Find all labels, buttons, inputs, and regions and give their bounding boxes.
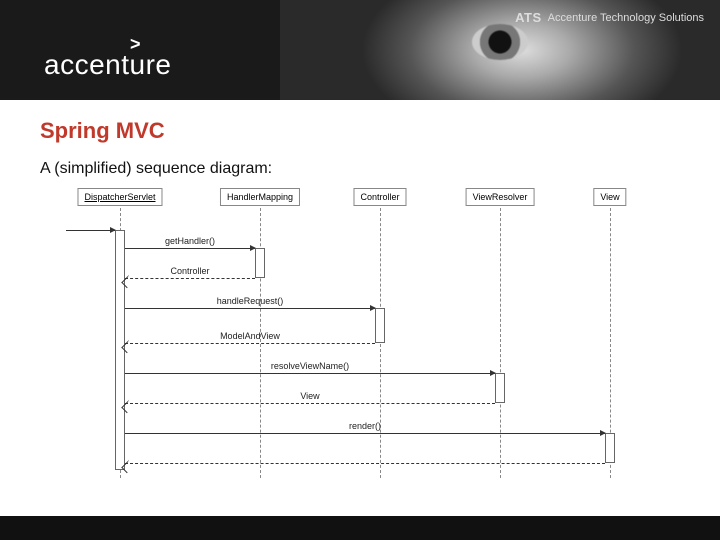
message-label: render() <box>349 421 381 431</box>
participant-label: DispatcherServlet <box>77 188 162 206</box>
page-title: Spring MVC <box>40 118 680 144</box>
participant-label: ViewResolver <box>466 188 535 206</box>
message-label: View <box>300 391 319 401</box>
footer-bar <box>0 516 720 540</box>
arrow-call-2 <box>125 308 375 309</box>
arrow-return-7 <box>125 463 605 464</box>
message-label: ModelAndView <box>220 331 280 341</box>
arrow-call-0 <box>125 248 255 249</box>
activation-view <box>605 433 615 463</box>
activation-mapping <box>255 248 265 278</box>
activation-controller <box>375 308 385 343</box>
arrow-call-4 <box>125 373 495 374</box>
participant-view: View <box>593 188 626 206</box>
arrow-incoming <box>66 230 115 231</box>
lifeline-controller <box>380 208 381 478</box>
message-label: resolveViewName() <box>271 361 349 371</box>
ats-prefix: ATS <box>515 10 542 25</box>
activation-resolver <box>495 373 505 403</box>
header-banner: > accenture ATS Accenture Technology Sol… <box>0 0 720 100</box>
message-label: handleRequest() <box>217 296 284 306</box>
arrow-return-1 <box>125 278 255 279</box>
arrow-return-3 <box>125 343 375 344</box>
participant-mapping: HandlerMapping <box>220 188 300 206</box>
sequence-diagram: DispatcherServlet HandlerMapping Controlle… <box>60 188 660 498</box>
ats-label: ATS Accenture Technology Solutions <box>515 10 704 25</box>
page-subtitle: A (simplified) sequence diagram: <box>40 160 680 178</box>
participant-resolver: ViewResolver <box>466 188 535 206</box>
arrow-call-6 <box>125 433 605 434</box>
participant-label: HandlerMapping <box>220 188 300 206</box>
content: Spring MVC A (simplified) sequence diagr… <box>0 100 720 498</box>
logo-text: accenture <box>44 49 171 80</box>
participant-label: View <box>593 188 626 206</box>
message-label: getHandler() <box>165 236 215 246</box>
lifeline-resolver <box>500 208 501 478</box>
participant-dispatcher: DispatcherServlet <box>77 188 162 206</box>
ats-full: Accenture Technology Solutions <box>548 12 704 24</box>
arrow-return-5 <box>125 403 495 404</box>
participant-label: Controller <box>353 188 406 206</box>
participant-controller: Controller <box>353 188 406 206</box>
message-label: Controller <box>170 266 209 276</box>
logo: > accenture <box>44 34 171 81</box>
